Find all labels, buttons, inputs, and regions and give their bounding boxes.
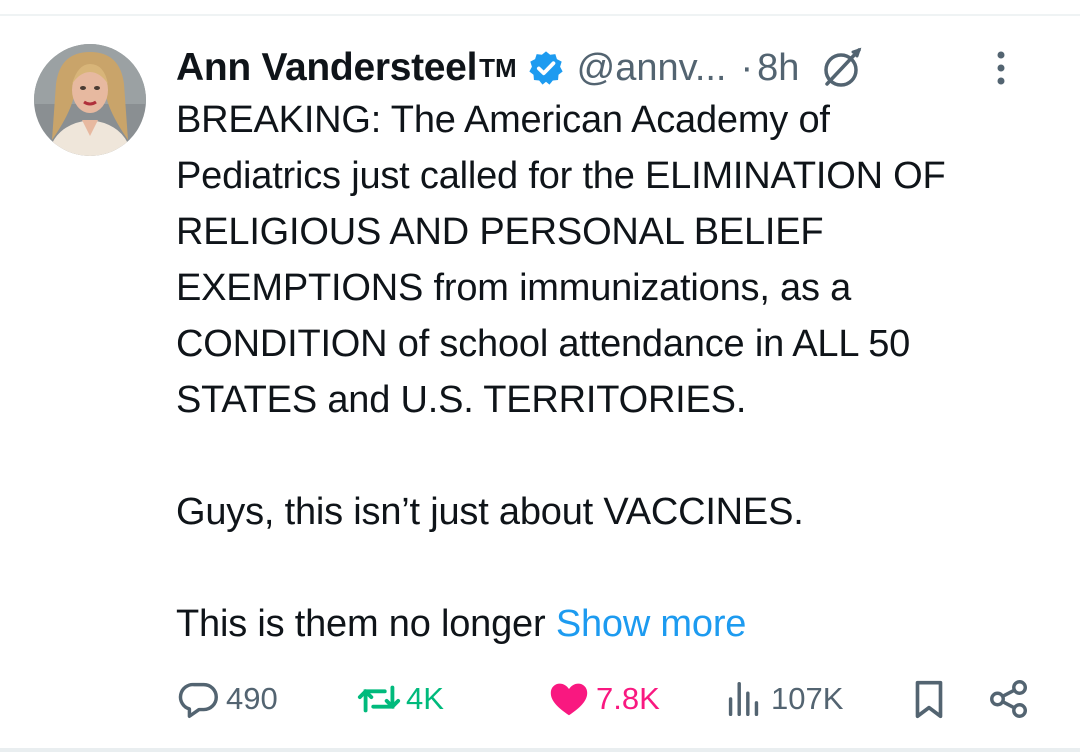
author-handle[interactable]: @annv... [577,47,727,90]
bottom-divider [0,748,1080,752]
bookmark-icon [915,680,943,719]
reply-button[interactable]: 490 [176,672,278,726]
tweet-text: BREAKING: The American Academy of Pediat… [176,92,1056,652]
share-icon [990,680,1028,718]
repost-count: 4K [406,681,444,716]
like-button[interactable]: 7.8K [546,672,660,726]
views-button[interactable]: 107K [721,672,843,726]
bookmark-button[interactable] [906,672,956,726]
reply-count: 490 [226,681,278,716]
repost-button[interactable]: 4K [356,672,444,726]
verified-badge-icon[interactable] [527,49,565,87]
author-name-suffix: TM [479,52,517,83]
repost-icon [357,685,401,713]
action-bar: 490 4K 7.8K 107K [176,672,1030,726]
grok-icon[interactable] [819,44,867,92]
reply-icon [178,682,218,718]
top-divider [0,14,1080,16]
share-button[interactable] [986,672,1036,726]
dot-separator: · [740,46,754,89]
more-options-icon[interactable] [994,48,1008,88]
tweet-time[interactable]: 8h [757,47,799,90]
views-count: 107K [771,681,844,716]
profile-photo [34,44,146,156]
tweet-body: BREAKING: The American Academy of Pediat… [176,99,946,645]
show-more-link[interactable]: Show more [556,603,747,645]
views-icon [728,681,759,717]
like-count: 7.8K [596,681,660,716]
author-display-name[interactable]: Ann Vandersteel [176,46,477,90]
tweet-header: Ann Vandersteel TM @annv... · 8h [176,38,1050,98]
avatar[interactable] [34,44,146,156]
heart-icon [550,683,588,716]
